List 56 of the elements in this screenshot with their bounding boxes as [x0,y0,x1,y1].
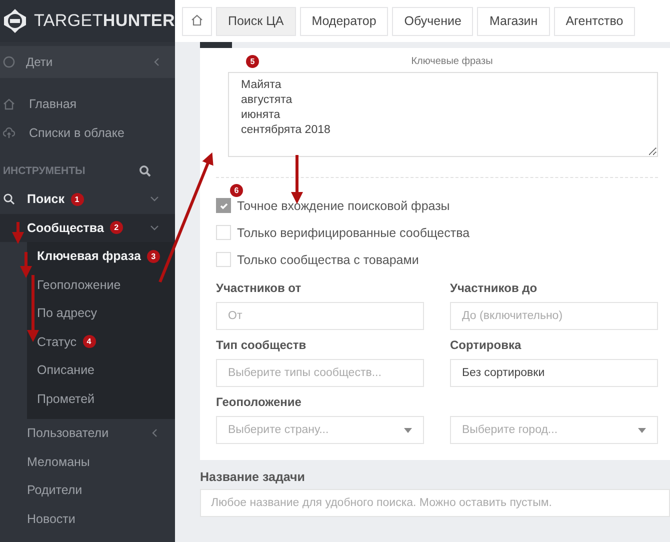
nav-tab[interactable]: Магазин [477,6,550,36]
field-label: Участников от [216,281,302,295]
field-label: Название задачи [200,470,306,484]
field-label: Геоположение [216,395,302,409]
input-field[interactable]: До (включительно) [450,302,658,330]
step-badge: 5 [246,55,259,68]
search-icon[interactable] [139,165,151,177]
cloud-upload-icon [3,126,15,139]
dropdown-icon [404,428,412,432]
sidebar-item[interactable]: Геоположение [37,278,121,292]
dropdown-icon [638,428,646,432]
input-field[interactable]: От [216,302,424,330]
step-badge: 3 [146,250,160,263]
nav-tab[interactable]: Агентство [554,6,636,36]
input-field[interactable]: Выберите типы сообществ... [216,359,424,387]
nav-tab[interactable]: Поиск ЦА [216,6,296,36]
home-button[interactable] [182,6,212,36]
annotation-arrow [291,155,303,204]
step-badge: 2 [110,221,123,234]
section-heading: ИНСТРУМЕНТЫ [3,165,86,177]
checkbox-label: Только сообщества с товарами [237,252,419,266]
task-name-field[interactable]: Любое название для удобного поиска. Можно оставить пустым. [200,489,670,517]
sidebar-item[interactable]: Поиск [27,192,65,206]
nav-tab[interactable]: Модератор [300,6,388,36]
pinned-item[interactable]: Дети [0,46,175,78]
keywords-field[interactable]: Майята августята июнята сентябрята 2018 [228,72,658,157]
field-label: Тип сообществ [216,338,306,352]
sidebar-item[interactable]: Статус [37,334,77,349]
home-icon [191,14,203,26]
field-label: Ключевые фразы [410,56,493,69]
step-badge: 4 [82,335,96,348]
field-label: Сортировка [450,338,522,352]
field-label: Участников до [450,281,538,295]
sidebar-item[interactable]: Сообщества [27,220,104,235]
annotation-arrow [12,222,24,244]
sidebar-item[interactable]: Ключевая фраза [37,249,141,264]
sidebar-item[interactable]: По адресу [37,306,98,320]
checkbox-label: Точное вхождение поисковой фразы [237,198,450,212]
checkmark-icon [218,200,228,210]
home-icon [3,98,15,110]
checkbox-label: Только верифицированные сообщества [237,226,470,240]
sidebar-item[interactable]: Новости [27,512,76,526]
sidebar-item[interactable]: Главная [0,90,175,118]
logo-text: TARGETHUNTER [34,11,175,31]
sidebar-item[interactable]: Описание [37,363,95,378]
sidebar-item[interactable]: Родители [27,483,82,498]
sidebar-item[interactable]: Пользователи [27,426,109,440]
step-badge: 6 [230,184,243,197]
checkbox[interactable] [216,198,231,213]
sidebar-item[interactable]: Списки в облаке [0,118,175,147]
nav-tab[interactable]: Обучение [392,6,474,36]
sidebar-item[interactable]: Прометей [37,392,95,406]
sidebar-item[interactable]: Меломаны [27,454,90,469]
step-badge: 1 [70,192,84,206]
search-icon [3,193,15,206]
input-field[interactable]: Без сортировки [450,359,658,387]
